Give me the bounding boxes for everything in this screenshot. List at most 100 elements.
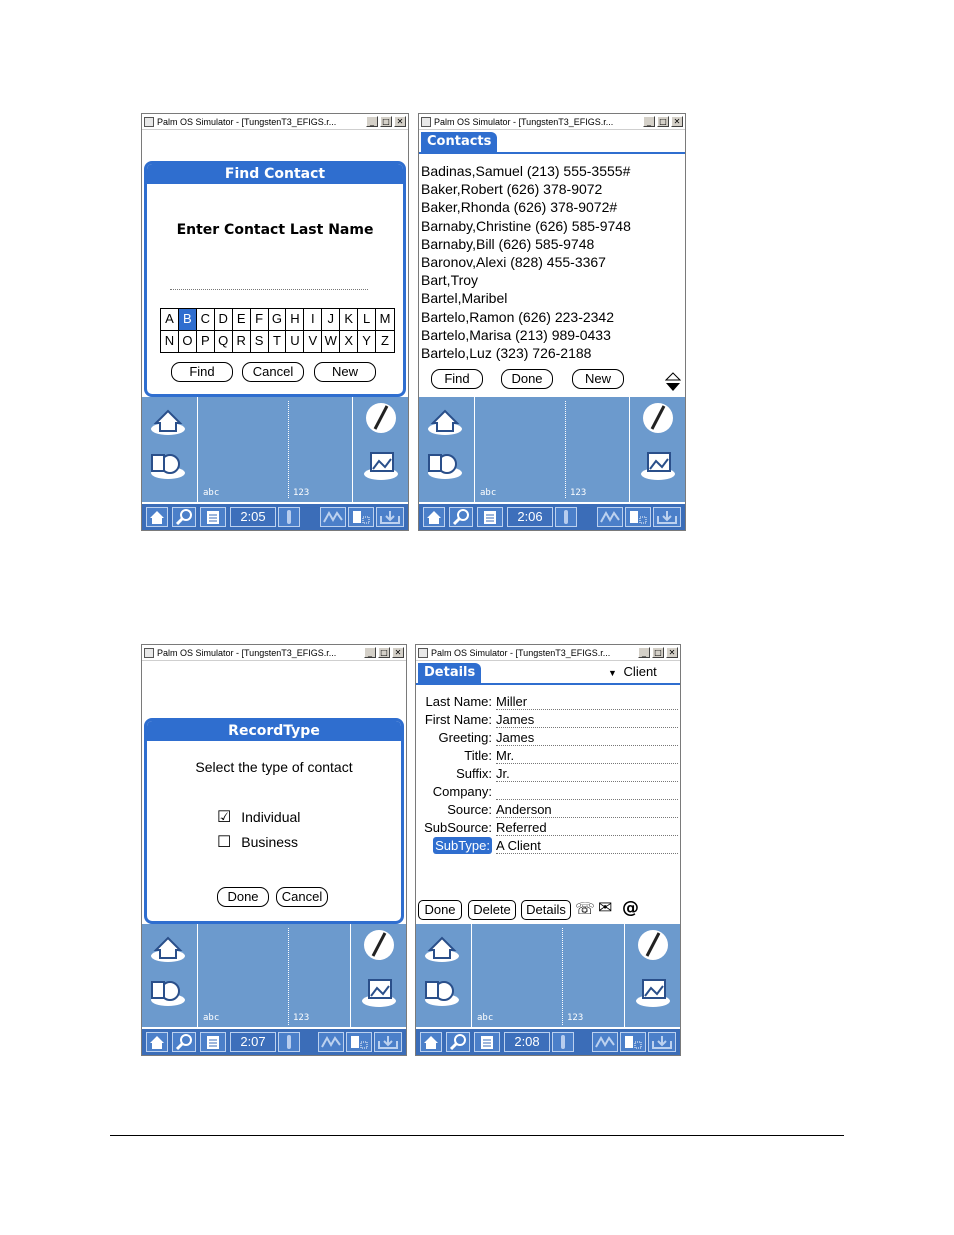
clock[interactable]: 2:08: [504, 1032, 550, 1052]
pen-icon[interactable]: [361, 401, 401, 435]
window-titlebar[interactable]: Palm OS Simulator - [TungstenT3_EFIGS.r.…: [419, 114, 685, 130]
menu-icon[interactable]: [477, 507, 503, 527]
letter-key[interactable]: P: [197, 331, 215, 352]
field-value[interactable]: [496, 783, 678, 800]
letter-key[interactable]: D: [215, 309, 233, 330]
letter-key[interactable]: J: [322, 309, 341, 330]
letter-key[interactable]: V: [304, 331, 323, 352]
field-value[interactable]: A Client: [496, 837, 678, 854]
sync-icon[interactable]: [148, 447, 188, 481]
close-button[interactable]: ✕: [666, 647, 678, 658]
input-icon[interactable]: [374, 1032, 402, 1052]
close-button[interactable]: ✕: [394, 116, 406, 127]
contact-row[interactable]: Bart,Troy: [421, 271, 478, 289]
input-icon[interactable]: [648, 1032, 676, 1052]
field-value[interactable]: James: [496, 711, 678, 728]
search-icon[interactable]: [446, 1032, 470, 1052]
minimize-button[interactable]: _: [643, 116, 655, 127]
category-selector[interactable]: ▼ Client: [608, 664, 657, 679]
contact-row[interactable]: Bartelo,Marisa (213) 989-0433: [421, 326, 611, 344]
rotate-icon[interactable]: [348, 507, 374, 527]
pen-icon[interactable]: [359, 928, 399, 962]
clock[interactable]: 2:06: [507, 507, 553, 527]
home-icon[interactable]: [148, 403, 188, 437]
field-label-highlighted[interactable]: SubType:: [433, 837, 492, 854]
graffiti-icon[interactable]: [318, 1032, 344, 1052]
maximize-button[interactable]: □: [378, 647, 390, 658]
menu-icon[interactable]: [200, 1032, 226, 1052]
alert-icon[interactable]: [555, 507, 577, 527]
done-button[interactable]: Done: [501, 369, 553, 389]
clock[interactable]: 2:07: [230, 1032, 276, 1052]
sync-icon[interactable]: [148, 974, 188, 1008]
sync-icon[interactable]: [422, 974, 462, 1008]
letter-key[interactable]: W: [322, 331, 341, 352]
home-icon[interactable]: [146, 1032, 168, 1052]
letter-key[interactable]: Y: [358, 331, 377, 352]
home-icon[interactable]: [420, 1032, 442, 1052]
checkbox-checked-icon[interactable]: ☑: [217, 809, 231, 826]
maximize-button[interactable]: □: [380, 116, 392, 127]
cancel-button[interactable]: Cancel: [242, 362, 304, 382]
contact-row[interactable]: Baronov,Alexi (828) 455-3367: [421, 253, 606, 271]
letter-key[interactable]: Z: [376, 331, 394, 352]
letter-key[interactable]: I: [304, 309, 323, 330]
letter-key[interactable]: F: [251, 309, 269, 330]
find-button[interactable]: Find: [171, 362, 233, 382]
close-button[interactable]: ✕: [671, 116, 683, 127]
field-value[interactable]: Referred: [496, 819, 678, 836]
contact-row[interactable]: Barnaby,Bill (626) 585-9748: [421, 235, 594, 253]
field-value[interactable]: Miller: [496, 693, 678, 710]
contact-row[interactable]: Bartelo,Ramon (626) 223-2342: [421, 308, 614, 326]
home-icon[interactable]: [148, 930, 188, 964]
mail-icon[interactable]: ✉: [598, 898, 612, 918]
checkbox-unchecked-icon[interactable]: ☐: [217, 834, 231, 851]
home-icon[interactable]: [425, 403, 465, 437]
minimize-button[interactable]: _: [638, 647, 650, 658]
search-icon[interactable]: [449, 507, 473, 527]
done-button[interactable]: Done: [217, 887, 269, 907]
minimize-button[interactable]: _: [364, 647, 376, 658]
scroll-arrows-icon[interactable]: [665, 372, 681, 392]
picture-icon[interactable]: [359, 974, 399, 1008]
alert-icon[interactable]: [552, 1032, 574, 1052]
field-value[interactable]: James: [496, 729, 678, 746]
app-title[interactable]: Contacts: [421, 132, 498, 152]
contact-row[interactable]: Baker,Rhonda (626) 378-9072#: [421, 198, 617, 216]
letter-key[interactable]: Q: [215, 331, 233, 352]
field-value[interactable]: Anderson: [496, 801, 678, 818]
letter-key[interactable]: R: [233, 331, 251, 352]
graffiti-icon[interactable]: [592, 1032, 618, 1052]
option-business[interactable]: ☐ Business: [217, 832, 298, 852]
letter-key[interactable]: X: [340, 331, 359, 352]
at-icon[interactable]: @: [622, 898, 639, 918]
window-titlebar[interactable]: Palm OS Simulator - [TungstenT3_EFIGS.r.…: [142, 114, 408, 130]
window-titlebar[interactable]: Palm OS Simulator - [TungstenT3_EFIGS.r.…: [416, 645, 680, 661]
home-icon[interactable]: [423, 507, 445, 527]
rotate-icon[interactable]: [625, 507, 651, 527]
cancel-button[interactable]: Cancel: [276, 887, 328, 907]
contact-row[interactable]: Barnaby,Christine (626) 585-9748: [421, 217, 631, 235]
graffiti-area[interactable]: abc 123: [142, 924, 406, 1029]
field-value[interactable]: Mr.: [496, 747, 678, 764]
graffiti-icon[interactable]: [320, 507, 346, 527]
window-titlebar[interactable]: Palm OS Simulator - [TungstenT3_EFIGS.r.…: [142, 645, 406, 661]
new-button[interactable]: New: [572, 369, 624, 389]
picture-icon[interactable]: [633, 974, 673, 1008]
letter-key[interactable]: K: [340, 309, 359, 330]
letter-key[interactable]: H: [286, 309, 305, 330]
app-title[interactable]: Details: [418, 663, 482, 683]
picture-icon[interactable]: [638, 447, 678, 481]
graffiti-icon[interactable]: [597, 507, 623, 527]
menu-icon[interactable]: [200, 507, 226, 527]
search-icon[interactable]: [172, 1032, 196, 1052]
input-icon[interactable]: [376, 507, 404, 527]
letter-key-selected[interactable]: B: [178, 309, 197, 330]
maximize-button[interactable]: □: [652, 647, 664, 658]
letter-key[interactable]: M: [376, 309, 394, 330]
graffiti-area[interactable]: abc 123: [419, 397, 685, 502]
letter-key[interactable]: E: [233, 309, 251, 330]
letter-key[interactable]: A: [161, 309, 179, 330]
letter-key[interactable]: L: [358, 309, 377, 330]
alert-icon[interactable]: [278, 507, 300, 527]
